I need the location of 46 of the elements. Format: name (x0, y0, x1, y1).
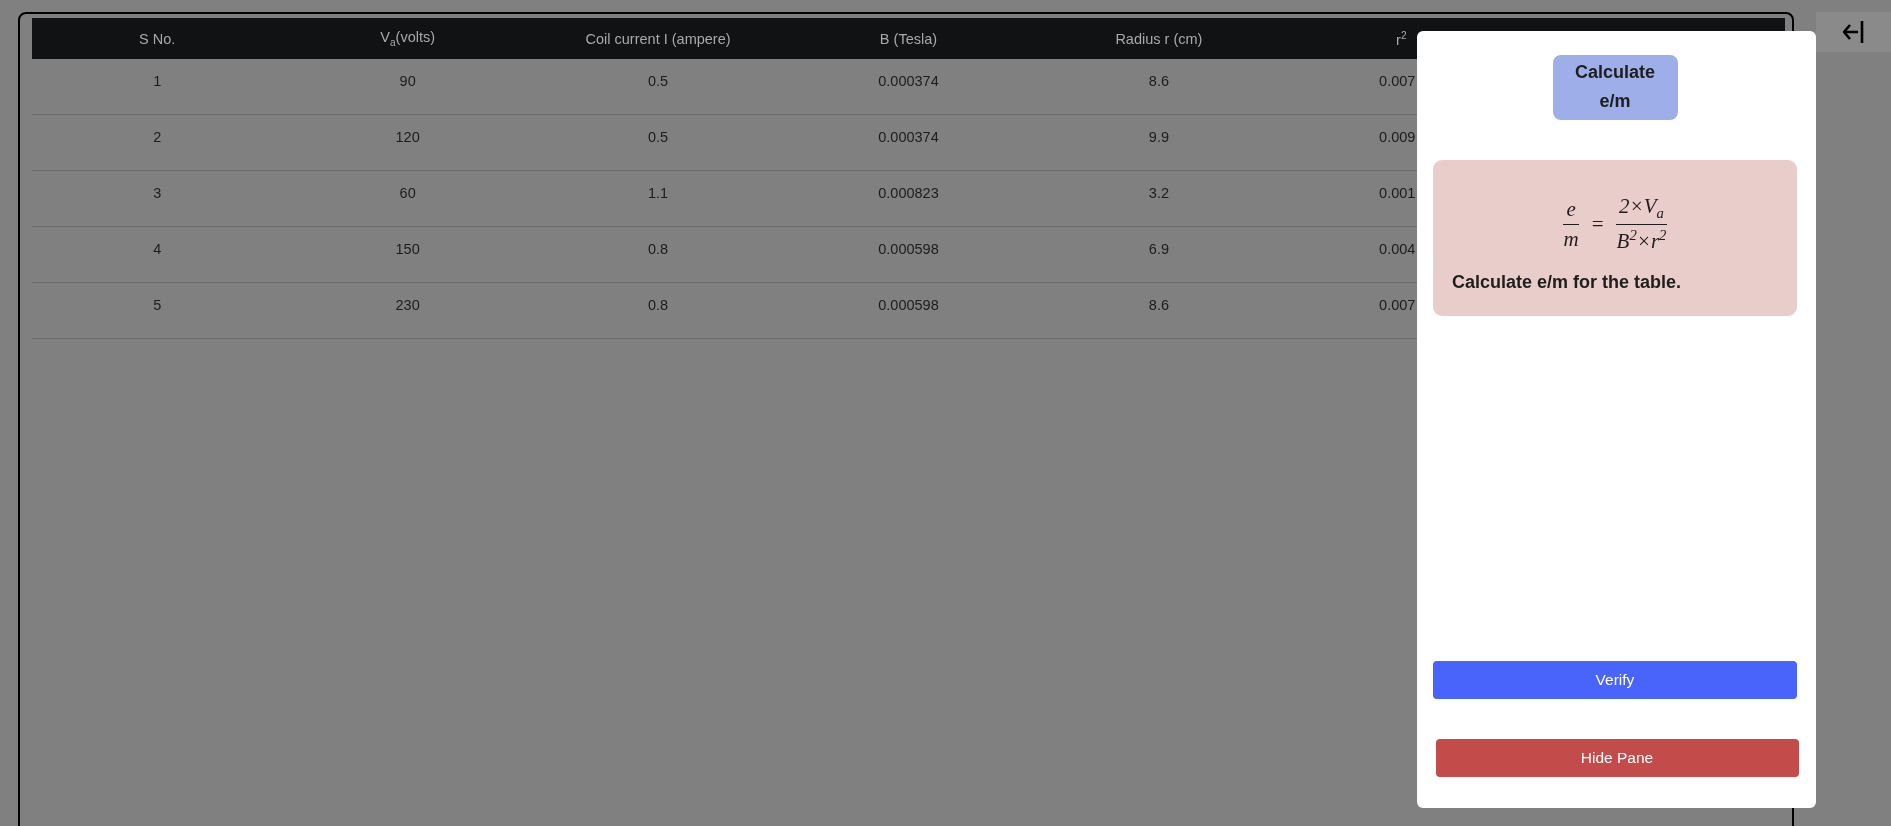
collapse-button[interactable] (1816, 12, 1891, 52)
calculate-button[interactable]: Calculate e/m (1552, 55, 1678, 120)
column-header: Radius r (cm) (1033, 18, 1285, 59)
hint-text: Calculate e/m for the table. (1452, 272, 1682, 294)
table-cell: 8.6 (1148, 73, 1169, 89)
column-header: S No. (32, 18, 283, 59)
arrow-to-bar-icon (1842, 20, 1865, 44)
fraction-numerator: e (1563, 196, 1579, 225)
table-cell: 0.004 (1379, 241, 1416, 257)
equals-sign: = (1591, 211, 1604, 237)
table-cell: 0.5 (647, 73, 669, 89)
table-cell: 3 (153, 185, 162, 201)
table-cell: 5 (153, 297, 162, 313)
fraction-denominator: B$^{2}$×r$^{2}$ (1615, 226, 1668, 255)
table-cell: 120 (395, 129, 420, 145)
table-cell: 0.000598 (878, 241, 939, 257)
table-cell: 90 (399, 73, 416, 89)
table-cell: 0.007 (1379, 73, 1416, 89)
table-cell: 150 (395, 241, 420, 257)
column-header: B (Tesla) (783, 18, 1034, 59)
table-cell: 9.9 (1148, 129, 1169, 145)
table-cell: 0.007 (1379, 297, 1416, 313)
table-cell: 0.009 (1379, 129, 1416, 145)
table-cell: 0.000823 (878, 185, 939, 201)
column-header: Coil current I (ampere) (532, 18, 784, 59)
table-cell: 0.001 (1379, 185, 1416, 201)
table-cell: 0.000374 (878, 129, 939, 145)
table-cell: 0.000374 (878, 73, 939, 89)
table-cell: 1.1 (647, 185, 669, 201)
fraction-denominator: m (1562, 225, 1580, 252)
table-cell: 230 (395, 297, 420, 313)
table-cell: 60 (399, 185, 416, 201)
column-header: V$_{a}$(volts) (282, 18, 533, 59)
table-cell: 0.8 (647, 297, 669, 313)
table-cell: 2 (153, 129, 162, 145)
table-cell: 0.8 (647, 241, 669, 257)
fraction-numerator: 2×V$_{a}$ (1616, 194, 1667, 226)
table-cell: 3.2 (1148, 185, 1169, 201)
table-cell: 0.5 (647, 129, 669, 145)
table-cell: 4 (153, 241, 162, 257)
verify-button[interactable]: Verify (1433, 661, 1797, 699)
table-cell: 0.000598 (878, 297, 939, 313)
hide-pane-button[interactable]: Hide Pane (1435, 739, 1799, 777)
table-cell: 1 (153, 73, 162, 89)
table-cell: 6.9 (1148, 241, 1169, 257)
table-cell: 8.6 (1148, 297, 1169, 313)
